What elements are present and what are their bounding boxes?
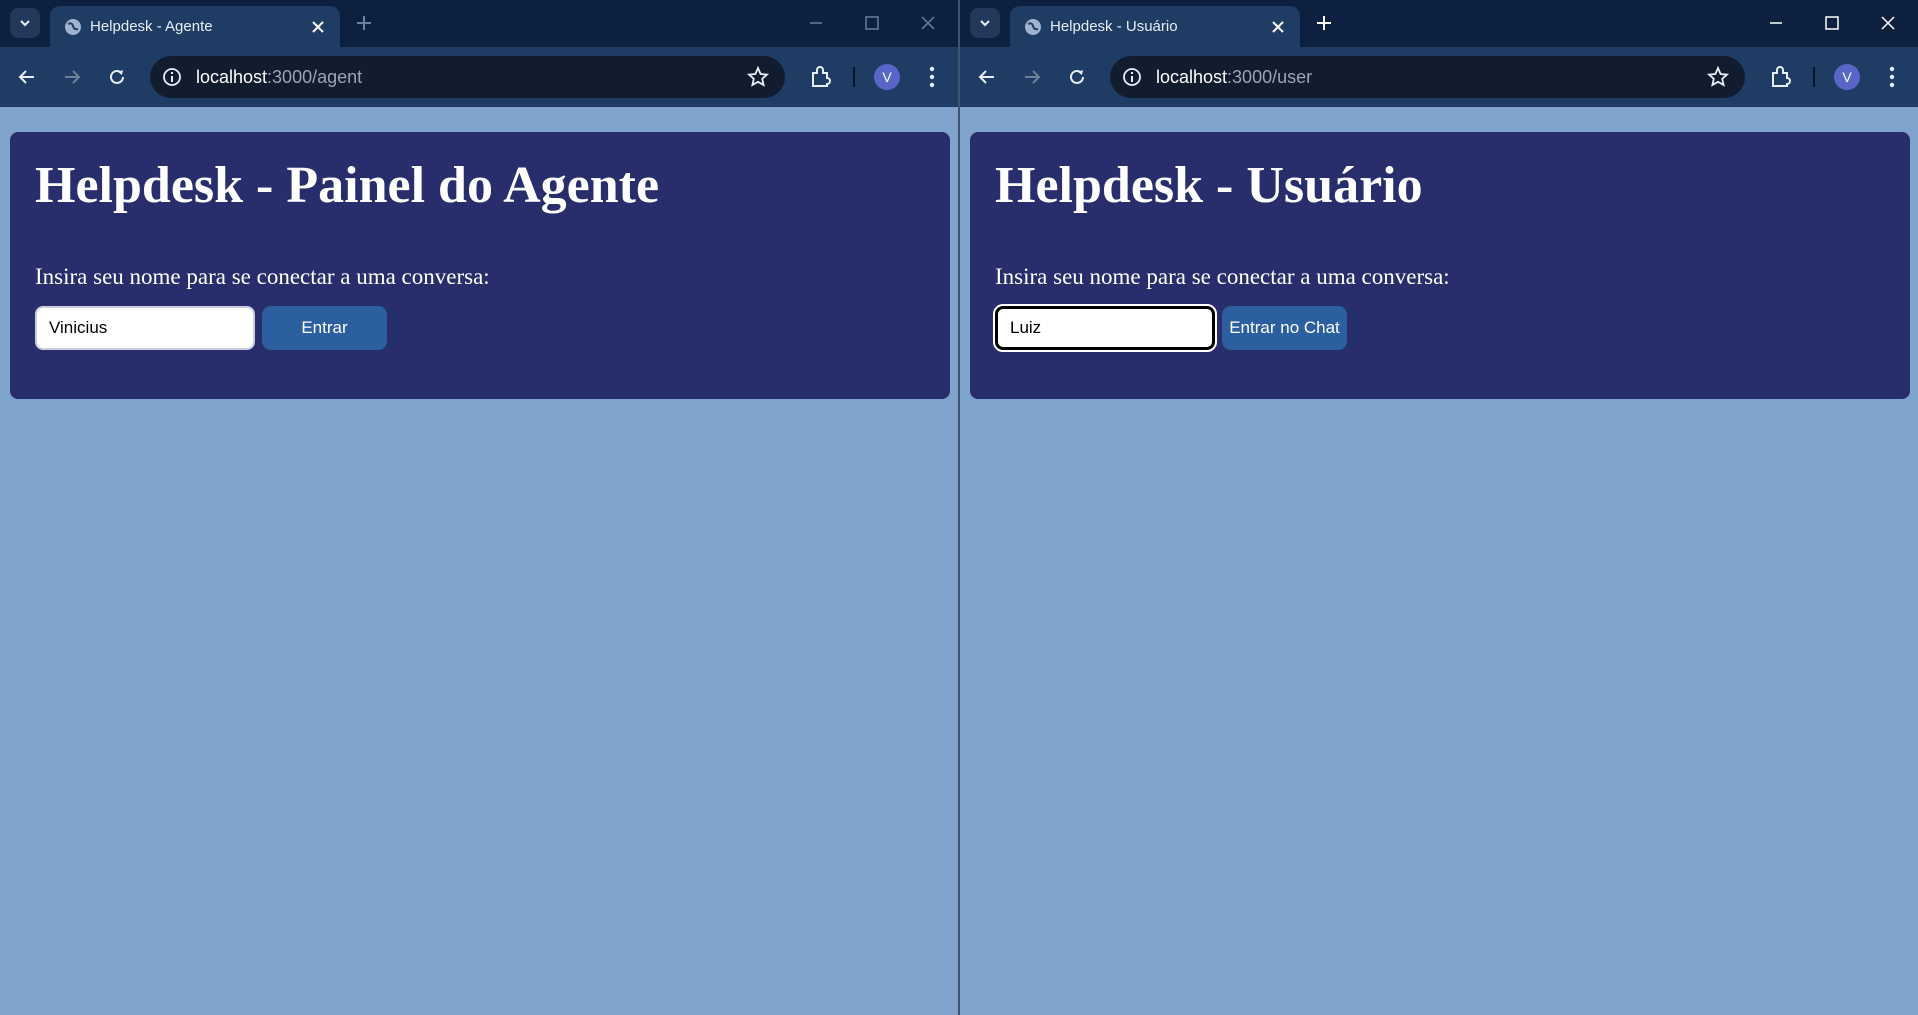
reload-icon[interactable] <box>102 62 132 92</box>
chevron-down-icon <box>980 20 990 27</box>
url-path: :3000/agent <box>267 67 363 87</box>
url-host: localhost <box>196 67 268 87</box>
url-host: localhost <box>1156 67 1228 87</box>
tab-strip: Helpdesk - Usuário <box>960 0 1918 47</box>
close-tab-icon[interactable] <box>308 17 328 37</box>
toolbar-separator <box>1813 67 1815 87</box>
back-arrow-icon[interactable] <box>12 62 42 92</box>
url-path: :3000/user <box>1227 67 1313 87</box>
reload-icon[interactable] <box>1062 62 1092 92</box>
tab-title: Helpdesk - Usuário <box>1050 18 1178 35</box>
extensions-puzzle-icon[interactable] <box>1768 64 1794 90</box>
enter-chat-button[interactable]: Entrar no Chat <box>1222 306 1347 350</box>
name-prompt: Insira seu nome para se conectar a uma c… <box>995 264 1450 289</box>
profile-avatar[interactable]: V <box>874 64 900 90</box>
maximize-icon[interactable] <box>850 8 894 38</box>
tab-strip: Helpdesk - Agente <box>0 0 958 47</box>
close-window-icon[interactable] <box>1866 8 1910 38</box>
globe-icon <box>65 19 81 35</box>
url-text: localhost:3000/agent <box>196 67 362 88</box>
info-icon[interactable] <box>1122 67 1142 87</box>
address-bar[interactable]: localhost:3000/user <box>1110 56 1745 98</box>
name-input[interactable] <box>993 304 1217 352</box>
browser-toolbar: localhost:3000/user V <box>960 47 1918 107</box>
login-card: Helpdesk - Usuário Insira seu nome para … <box>970 132 1910 399</box>
profile-avatar[interactable]: V <box>1834 64 1860 90</box>
name-prompt: Insira seu nome para se conectar a uma c… <box>35 264 490 289</box>
close-tab-icon[interactable] <box>1268 17 1288 37</box>
browser-window-user: Helpdesk - Usuário localhost:3000/user V… <box>960 0 1918 1015</box>
kebab-menu-icon[interactable] <box>1882 64 1902 90</box>
browser-toolbar: localhost:3000/agent V <box>0 47 958 107</box>
bookmark-star-icon[interactable] <box>1707 66 1729 88</box>
new-tab-icon[interactable] <box>352 11 376 35</box>
enter-button[interactable]: Entrar <box>262 306 387 350</box>
globe-icon <box>1025 19 1041 35</box>
tab-search-button[interactable] <box>10 8 40 38</box>
minimize-icon[interactable] <box>794 8 838 38</box>
login-card: Helpdesk - Painel do Agente Insira seu n… <box>10 132 950 399</box>
page-title: Helpdesk - Painel do Agente <box>35 157 660 214</box>
info-icon[interactable] <box>162 67 182 87</box>
page-title: Helpdesk - Usuário <box>995 157 1423 214</box>
tab-helpdesk-usuario[interactable]: Helpdesk - Usuário <box>1010 6 1300 47</box>
tab-title: Helpdesk - Agente <box>90 18 213 35</box>
tab-search-button[interactable] <box>970 8 1000 38</box>
toolbar-separator <box>853 67 855 87</box>
forward-arrow-icon[interactable] <box>57 62 87 92</box>
close-window-icon[interactable] <box>906 8 950 38</box>
maximize-icon[interactable] <box>1810 8 1854 38</box>
browser-window-agent: Helpdesk - Agente localhost:3000/agent V… <box>0 0 958 1015</box>
tab-helpdesk-agente[interactable]: Helpdesk - Agente <box>50 6 340 47</box>
address-bar[interactable]: localhost:3000/agent <box>150 56 785 98</box>
back-arrow-icon[interactable] <box>972 62 1002 92</box>
forward-arrow-icon[interactable] <box>1017 62 1047 92</box>
bookmark-star-icon[interactable] <box>747 66 769 88</box>
kebab-menu-icon[interactable] <box>922 64 942 90</box>
chevron-down-icon <box>20 20 30 27</box>
url-text: localhost:3000/user <box>1156 67 1312 88</box>
name-input[interactable] <box>35 306 255 350</box>
extensions-puzzle-icon[interactable] <box>808 64 834 90</box>
new-tab-icon[interactable] <box>1312 11 1336 35</box>
minimize-icon[interactable] <box>1754 8 1798 38</box>
